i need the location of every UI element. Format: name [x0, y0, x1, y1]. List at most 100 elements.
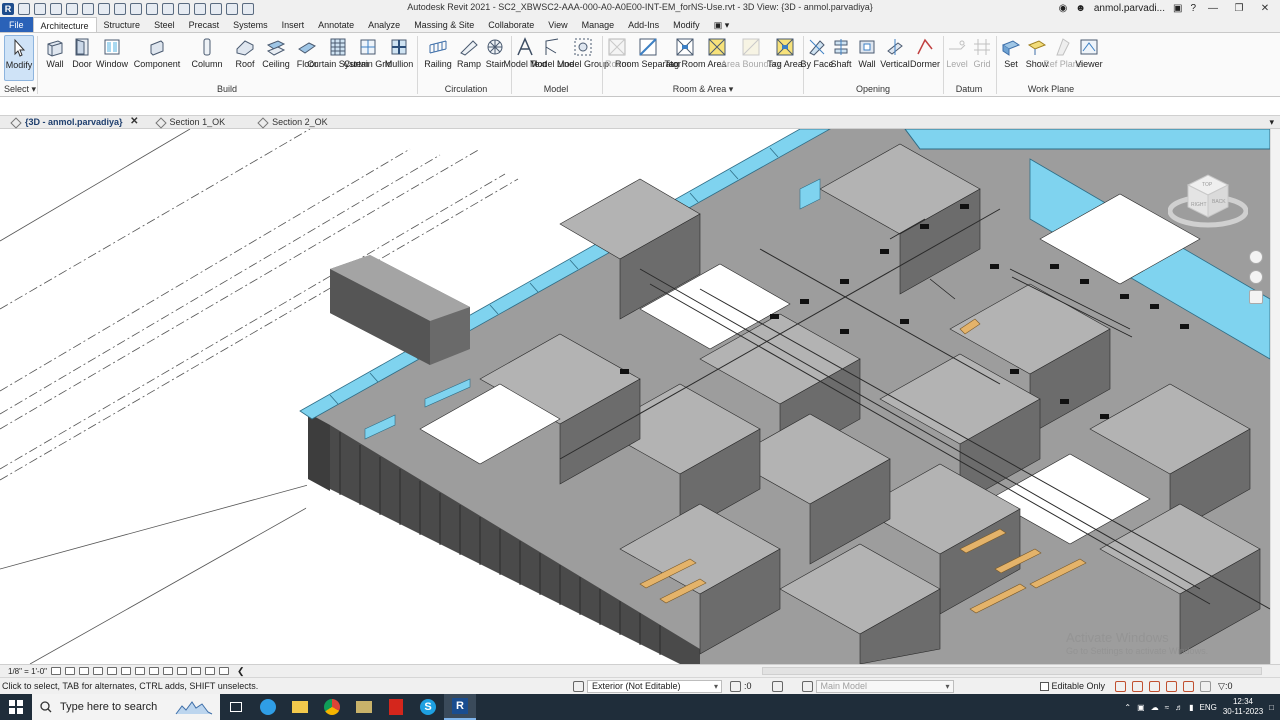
tab-steel[interactable]: Steel [147, 17, 182, 32]
restore-button[interactable]: ❐ [1230, 3, 1248, 14]
user-name[interactable]: anmol.parvadi... [1094, 3, 1165, 14]
model-group-button[interactable]: Model Group [557, 35, 609, 81]
3d-view-canvas[interactable] [0, 129, 1270, 664]
door-button[interactable]: Door [65, 35, 99, 81]
switch-windows-icon[interactable] [242, 2, 254, 15]
roof-button[interactable]: Roof [228, 35, 262, 81]
editable-only-toggle[interactable]: Editable Only [1039, 681, 1105, 692]
detail-level-icon[interactable] [51, 667, 62, 675]
collapse-arrow-icon[interactable]: ❮ [237, 666, 245, 677]
view-tab-section-1[interactable]: Section 1_OK [145, 116, 248, 129]
crop-view-icon[interactable] [121, 667, 132, 675]
text-icon[interactable] [178, 2, 190, 15]
binoculars-icon[interactable]: ◉ [1059, 3, 1068, 14]
tab-massing-site[interactable]: Massing & Site [407, 17, 481, 32]
taskbar-acrobat[interactable] [380, 694, 412, 720]
room-area-group-dropdown[interactable]: Room & Area ▾ [603, 84, 803, 95]
tab-analyze[interactable]: Analyze [361, 17, 407, 32]
steering-wheel-icon[interactable] [1249, 250, 1263, 264]
tab-structure[interactable]: Structure [97, 17, 148, 32]
vertical-scrollbar[interactable] [1270, 129, 1280, 664]
tab-modify[interactable]: Modify [666, 17, 707, 32]
area-boundary-button[interactable]: Area Boundary [721, 35, 781, 81]
lock-3d-view-icon[interactable] [149, 667, 160, 675]
taskbar-file-explorer[interactable] [284, 694, 316, 720]
dimension-icon[interactable] [146, 2, 158, 15]
measure-icon[interactable] [130, 2, 142, 15]
close-button[interactable]: ✕ [1256, 3, 1274, 14]
room-separator-button[interactable]: Room Separator [615, 35, 681, 81]
reveal-hidden-icon[interactable] [177, 667, 188, 675]
contextual-tab-dropdown[interactable]: ▣ ▾ [707, 17, 737, 32]
curtain-grid-button[interactable]: Curtain Grid [344, 35, 392, 81]
drag-on-selection-icon[interactable] [1183, 680, 1195, 692]
viewer-button[interactable]: Viewer [1072, 35, 1106, 81]
taskbar-edge[interactable] [252, 694, 284, 720]
view-tab-section-2[interactable]: Section 2_OK [247, 116, 350, 129]
select-by-face-icon[interactable] [1166, 680, 1178, 692]
select-underlay-icon[interactable] [1132, 680, 1144, 692]
print-icon[interactable] [114, 2, 126, 15]
volume-icon[interactable]: ♬ [1175, 703, 1183, 712]
help-icon[interactable]: ? [1190, 3, 1196, 14]
tag-room-button[interactable]: Tag Room [664, 35, 706, 81]
onedrive-icon[interactable]: ☁ [1151, 703, 1159, 712]
component-button[interactable]: Component [134, 35, 180, 81]
crop-region-icon[interactable] [135, 667, 146, 675]
taskbar-chrome[interactable] [316, 694, 348, 720]
home-icon[interactable] [18, 2, 30, 15]
thin-lines-icon[interactable] [226, 2, 238, 15]
room-button[interactable]: Room [600, 35, 634, 81]
close-view-tab-icon[interactable]: ✕ [130, 116, 138, 127]
ceiling-button[interactable]: Ceiling [259, 35, 293, 81]
open-icon[interactable] [34, 2, 46, 15]
editable-only-checkbox[interactable] [1039, 682, 1049, 692]
navbar-options-icon[interactable] [1249, 290, 1263, 304]
minimize-button[interactable]: — [1204, 3, 1222, 14]
save-icon[interactable] [50, 2, 62, 15]
view-scale[interactable]: 1/8" = 1'-0" [8, 667, 47, 676]
taskbar-app-folder[interactable] [348, 694, 380, 720]
task-view-button[interactable] [220, 694, 252, 720]
taskbar-skype[interactable]: S [412, 694, 444, 720]
tab-add-ins[interactable]: Add-Ins [621, 17, 666, 32]
worksets-icon[interactable] [771, 680, 783, 692]
tab-collaborate[interactable]: Collaborate [481, 17, 541, 32]
language-indicator[interactable]: ENG [1199, 703, 1216, 712]
sun-path-icon[interactable] [79, 667, 90, 675]
tag-icon[interactable] [162, 2, 174, 15]
background-processes-icon[interactable] [1200, 680, 1212, 692]
select-links-icon[interactable] [1115, 680, 1127, 692]
temporary-hide-icon[interactable] [163, 667, 174, 675]
horizontal-scrollbar[interactable] [762, 667, 1262, 675]
column-button[interactable]: Column [190, 35, 224, 81]
shadows-icon[interactable] [93, 667, 104, 675]
visual-style-icon[interactable] [65, 667, 76, 675]
dormer-button[interactable]: Dormer [908, 35, 942, 81]
curtain-system-button[interactable]: Curtain System [307, 35, 369, 81]
tab-view[interactable]: View [541, 17, 574, 32]
wifi-icon[interactable]: ≈ [1165, 703, 1169, 712]
view-tab-3d[interactable]: {3D - anmol.parvadiya} ✕ [0, 116, 145, 129]
window-button[interactable]: Window [95, 35, 129, 81]
tab-file[interactable]: File [0, 17, 33, 32]
zoom-icon[interactable] [1249, 270, 1263, 284]
notifications-icon[interactable]: □ [1269, 703, 1274, 712]
floor-button[interactable]: Floor [290, 35, 324, 81]
area-button[interactable]: Area [700, 35, 734, 81]
section-icon[interactable] [210, 2, 222, 15]
active-model-dropdown[interactable]: Main Model ▾ [815, 679, 954, 693]
modify-button[interactable]: Modify [4, 35, 34, 81]
tab-systems[interactable]: Systems [226, 17, 275, 32]
show-hidden-icons-icon[interactable]: ⌃ [1124, 703, 1131, 712]
design-option-dropdown[interactable]: Exterior (Not Editable) ▾ [587, 679, 722, 693]
tab-architecture[interactable]: Architecture [32, 17, 97, 32]
railing-button[interactable]: Railing [421, 35, 455, 81]
select-pinned-icon[interactable] [1149, 680, 1161, 692]
viewcube[interactable]: TOP RIGHT BACK [1168, 163, 1248, 229]
vertical-opening-button[interactable]: Vertical [878, 35, 912, 81]
start-button[interactable] [0, 694, 32, 720]
taskbar-search-box[interactable]: Type here to search [32, 694, 220, 720]
highlight-displacement-icon[interactable] [219, 667, 230, 675]
tab-manage[interactable]: Manage [575, 17, 622, 32]
